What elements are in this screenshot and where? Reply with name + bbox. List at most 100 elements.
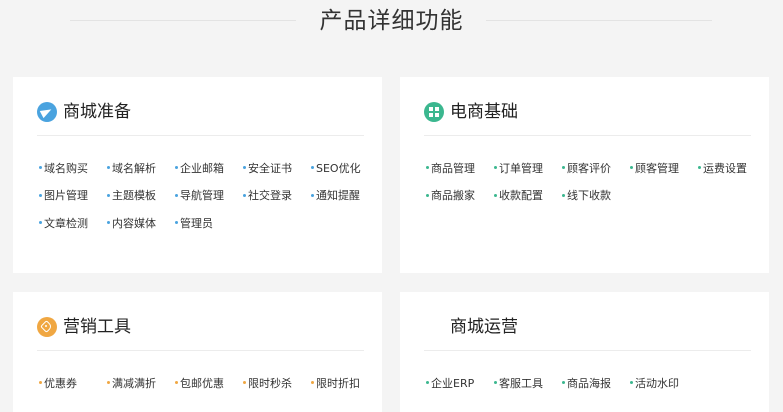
feature-item-label: 商品管理 [431, 161, 475, 175]
card-header: 电商基础 [424, 97, 518, 127]
bullet-dot-icon [426, 193, 429, 197]
feature-item[interactable]: 客服工具 [494, 377, 562, 391]
feature-item[interactable]: 优惠券 [39, 377, 107, 391]
feature-row: 企业ERP 客服工具 商品海报 活动水印 [426, 370, 755, 398]
feature-item[interactable]: 导航管理 [175, 189, 243, 203]
card-header: 商城准备 [37, 97, 131, 127]
feature-item[interactable]: 主题模板 [107, 189, 175, 203]
feature-item[interactable]: 企业ERP [426, 377, 494, 391]
card-divider [424, 135, 751, 136]
feature-item-label: 顾客管理 [635, 161, 679, 175]
feature-item[interactable]: 文章检测 [39, 217, 107, 231]
feature-row: 域名购买 域名解析 企业邮箱 安全证书 SEO优化 [39, 155, 368, 183]
feature-item-label: 活动水印 [635, 376, 679, 390]
card-title: 电商基础 [450, 102, 518, 122]
feature-item[interactable]: 满减满折 [107, 377, 175, 391]
bullet-dot-icon [243, 166, 246, 170]
feature-item[interactable]: 域名解析 [107, 162, 175, 176]
feature-item-label: 安全证书 [248, 161, 292, 175]
feature-item[interactable]: 订单管理 [494, 162, 562, 176]
bullet-dot-icon [39, 193, 42, 197]
feature-item-label: SEO优化 [316, 161, 361, 175]
card-marketing: 营销工具 优惠券 满减满折 包邮优惠 限时秒杀 限时折扣 [13, 292, 382, 412]
feature-list: 企业ERP 客服工具 商品海报 活动水印 [426, 370, 755, 398]
feature-item[interactable]: 顾客评价 [562, 162, 630, 176]
feature-item-label: 商品搬家 [431, 189, 475, 203]
card-divider [37, 350, 364, 351]
tag-icon [37, 317, 57, 337]
feature-item[interactable]: SEO优化 [311, 162, 379, 176]
feature-list: 域名购买 域名解析 企业邮箱 安全证书 SEO优化 图片管理 主题模板 导航管理 社交登录 通知提… [39, 155, 368, 238]
card-divider [37, 135, 364, 136]
bullet-dot-icon [107, 381, 110, 385]
feature-item[interactable]: 收款配置 [494, 189, 562, 203]
feature-row: 优惠券 满减满折 包邮优惠 限时秒杀 限时折扣 [39, 370, 368, 398]
feature-item[interactable]: 内容媒体 [107, 217, 175, 231]
bullet-dot-icon [630, 166, 633, 170]
bullet-dot-icon [311, 166, 314, 170]
feature-row: 文章检测 内容媒体 管理员 [39, 210, 368, 238]
feature-item-label: 主题模板 [112, 189, 156, 203]
bullet-dot-icon [107, 221, 110, 225]
feature-item-label: 图片管理 [44, 189, 88, 203]
feature-item-label: 商品海报 [567, 376, 611, 390]
bullet-dot-icon [494, 193, 497, 197]
feature-item-label: 顾客评价 [567, 161, 611, 175]
feature-row: 图片管理 主题模板 导航管理 社交登录 通知提醒 [39, 183, 368, 211]
feature-item[interactable]: 安全证书 [243, 162, 311, 176]
feature-item[interactable]: 商品海报 [562, 377, 630, 391]
feature-item[interactable]: 企业邮箱 [175, 162, 243, 176]
feature-item-label: 订单管理 [499, 161, 543, 175]
feature-item[interactable]: 通知提醒 [311, 189, 379, 203]
feature-item[interactable]: 域名购买 [39, 162, 107, 176]
feature-row: 商品管理 订单管理 顾客评价 顾客管理 运费设置 [426, 155, 755, 183]
feature-item[interactable]: 顾客管理 [630, 162, 698, 176]
feature-item[interactable]: 商品搬家 [426, 189, 494, 203]
bullet-dot-icon [426, 166, 429, 170]
bullet-dot-icon [494, 166, 497, 170]
feature-item-label: 满减满折 [112, 376, 156, 390]
bullet-dot-icon [426, 381, 429, 385]
feature-item[interactable]: 社交登录 [243, 189, 311, 203]
feature-item-label: 社交登录 [248, 189, 292, 203]
bullet-dot-icon [698, 166, 701, 170]
feature-item[interactable]: 限时秒杀 [243, 377, 311, 391]
feature-item-label: 包邮优惠 [180, 376, 224, 390]
bullet-dot-icon [39, 381, 42, 385]
feature-item[interactable]: 线下收款 [562, 189, 630, 203]
feature-item[interactable]: 包邮优惠 [175, 377, 243, 391]
bullet-dot-icon [175, 381, 178, 385]
card-header: 营销工具 [37, 312, 131, 342]
bullet-dot-icon [107, 193, 110, 197]
bullet-dot-icon [562, 193, 565, 197]
feature-item-label: 线下收款 [567, 189, 611, 203]
feature-item-label: 内容媒体 [112, 216, 156, 230]
feature-item-label: 导航管理 [180, 189, 224, 203]
feature-item[interactable]: 图片管理 [39, 189, 107, 203]
bullet-dot-icon [39, 221, 42, 225]
card-header: 商城运营 [424, 312, 518, 342]
feature-list: 优惠券 满减满折 包邮优惠 限时秒杀 限时折扣 [39, 370, 368, 398]
feature-item[interactable]: 管理员 [175, 217, 243, 231]
header-divider-right [486, 20, 712, 21]
operations-icon [424, 317, 444, 337]
paper-plane-icon [37, 102, 57, 122]
feature-item[interactable]: 运费设置 [698, 162, 766, 176]
card-title: 商城准备 [63, 102, 131, 122]
bullet-dot-icon [175, 166, 178, 170]
feature-item[interactable]: 限时折扣 [311, 377, 379, 391]
card-title: 营销工具 [63, 317, 131, 337]
feature-item-label: 限时秒杀 [248, 376, 292, 390]
feature-item[interactable]: 活动水印 [630, 377, 698, 391]
grid-icon [424, 102, 444, 122]
bullet-dot-icon [311, 193, 314, 197]
feature-item-label: 优惠券 [44, 376, 77, 390]
feature-item-label: 域名购买 [44, 161, 88, 175]
feature-item-label: 运费设置 [703, 161, 747, 175]
bullet-dot-icon [630, 381, 633, 385]
feature-row: 商品搬家 收款配置 线下收款 [426, 183, 755, 211]
feature-item-label: 收款配置 [499, 189, 543, 203]
bullet-dot-icon [311, 381, 314, 385]
feature-item[interactable]: 商品管理 [426, 162, 494, 176]
bullet-dot-icon [243, 193, 246, 197]
